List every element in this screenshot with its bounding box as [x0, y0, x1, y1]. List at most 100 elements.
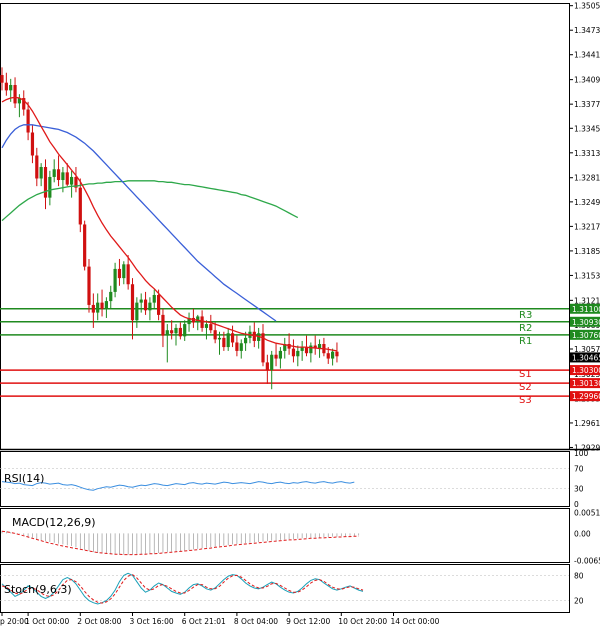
candle-body [70, 176, 74, 185]
candle-body [239, 343, 243, 351]
candle-body [265, 362, 269, 371]
candle-body [26, 109, 30, 133]
price-tick-label: 1.31535 [574, 271, 600, 280]
candle-body [4, 82, 8, 91]
candle-body [148, 302, 152, 311]
x-tick-label: 2 Oct 08:00 [77, 617, 121, 626]
level-name-s2: S2 [519, 382, 532, 393]
price-tick-label: 1.31855 [574, 247, 600, 256]
x-tick-label: 6 Oct 21:01 [182, 617, 226, 626]
price-tick-label: 1.34090 [574, 76, 600, 85]
candle-body [331, 351, 335, 359]
candle-body [135, 302, 139, 321]
level-value-r1: 1.30760 [572, 331, 600, 340]
candle-body [274, 354, 278, 359]
candle-body [78, 187, 82, 225]
candle-body [335, 351, 339, 357]
pane-rsi [0, 451, 570, 507]
rsi-tick-label: 30 [574, 485, 584, 494]
price-tick-label: 1.34415 [574, 51, 600, 60]
candle-body [48, 176, 52, 198]
candle-body [326, 353, 330, 359]
candle-body [9, 84, 13, 91]
price-tick-label: 1.33135 [574, 149, 600, 158]
level-value-r3: 1.31100 [572, 305, 600, 314]
candle-body [109, 291, 113, 302]
price-tick-label: 1.35055 [574, 2, 600, 11]
level-value-s2: 1.30130 [572, 379, 600, 388]
candle-body [83, 224, 87, 267]
candle-body [209, 324, 213, 331]
x-tick-label: 10 Oct 20:00 [338, 617, 387, 626]
candle-body [113, 268, 117, 292]
candle-body [43, 166, 48, 198]
candle-body [230, 333, 235, 343]
candle-body [309, 345, 313, 354]
candle-body [39, 166, 43, 179]
stoch-tick-label: 20 [574, 597, 584, 606]
current-price-label: 1.30465 [572, 353, 600, 362]
candle-body [178, 327, 182, 337]
price-tick-label: 1.33770 [574, 100, 600, 109]
rsi-label: RSI(14) [4, 472, 44, 485]
candle-body [244, 337, 248, 344]
candle-body [139, 299, 143, 303]
candle-body [56, 169, 61, 181]
level-name-s3: S3 [519, 395, 532, 406]
macd-label: MACD(12,26,9) [12, 516, 96, 529]
candle-body [170, 330, 174, 334]
candle-body [204, 324, 209, 328]
stoch-tick-label: 80 [574, 571, 584, 580]
price-tick-label: 1.32175 [574, 222, 600, 231]
candle-body [117, 268, 122, 279]
candle-body [52, 169, 56, 177]
candle-body [183, 324, 187, 337]
candle-body [165, 330, 169, 336]
x-tick-label: 1 Oct 00:00 [25, 617, 69, 626]
level-name-r2: R2 [519, 323, 532, 334]
candle-body [270, 354, 274, 371]
x-tick-label: 8 Oct 04:00 [234, 617, 278, 626]
candle-body [143, 299, 148, 311]
candle-body [296, 350, 300, 357]
candle-body [96, 302, 100, 313]
macd-tick-label: 0.00515 [574, 508, 600, 517]
price-tick-label: 1.33455 [574, 124, 600, 133]
forex-chart: 1.35055 1.34735 1.34415 1.34090 1.33770 1.334… [0, 2, 600, 626]
candle-body [278, 350, 282, 359]
level-value-s1: 1.30300 [572, 366, 600, 375]
x-tick-label: 9 Oct 12:00 [286, 617, 330, 626]
candle-body [122, 264, 126, 279]
candle-body [100, 302, 104, 309]
price-tick-label: 1.34735 [574, 26, 600, 35]
x-tick-label: 3 Oct 16:00 [130, 617, 174, 626]
candle-body [222, 337, 226, 348]
rsi-tick-label: 70 [574, 464, 584, 473]
candle-body [291, 348, 296, 357]
level-value-s3: 1.29960 [572, 392, 600, 401]
candle-body [226, 333, 230, 348]
chart-root: 1.35055 1.34735 1.34415 1.34090 1.33770 1.334… [0, 0, 600, 630]
candle-body [217, 337, 222, 340]
candle-body [126, 264, 130, 285]
candle-body [152, 294, 156, 303]
candle-body [61, 172, 65, 181]
level-name-r1: R1 [519, 336, 532, 347]
candle-body [65, 172, 69, 185]
candle-body [35, 155, 39, 179]
candle-body [13, 84, 17, 104]
level-name-r3: R3 [519, 310, 532, 321]
candle-body [104, 301, 108, 309]
price-tick-label: 1.32495 [574, 198, 600, 207]
level-value-r2: 1.30930 [572, 318, 600, 327]
macd-tick-label: 0.00 [574, 529, 591, 538]
candle-body [87, 266, 91, 305]
macd-tick-label: -0.00658 [574, 556, 600, 565]
candle-body [235, 342, 239, 351]
candle-body [304, 347, 309, 354]
candle-body [174, 327, 178, 334]
candle-body [213, 330, 217, 340]
candle-body [0, 75, 4, 83]
rsi-tick-label: 100 [574, 449, 589, 458]
candle-body [157, 294, 161, 315]
